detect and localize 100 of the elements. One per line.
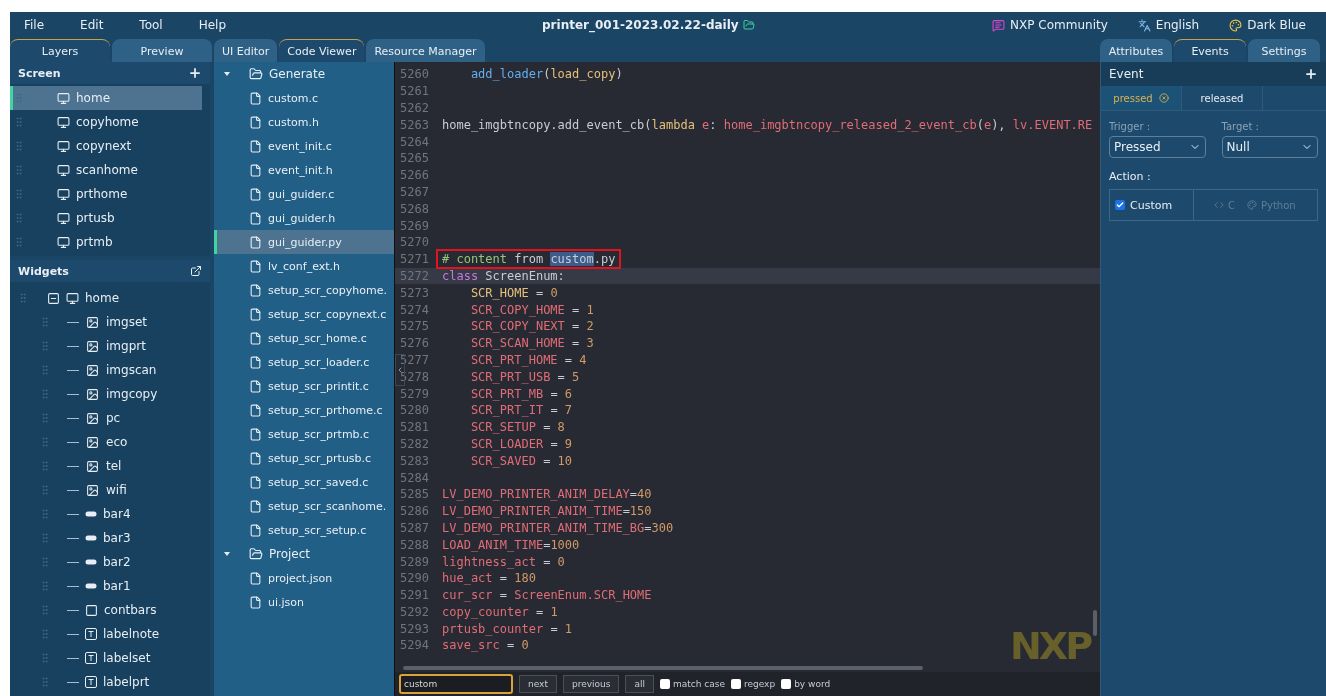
tree-entry[interactable]: event_init.c xyxy=(214,134,394,158)
drag-handle-icon[interactable] xyxy=(17,292,29,304)
tree-entry[interactable]: project.json xyxy=(214,566,394,590)
menu-item[interactable]: File xyxy=(24,18,45,32)
event-tab[interactable]: pressed xyxy=(1101,86,1182,110)
checkbox[interactable] xyxy=(659,679,670,689)
event-tab[interactable]: released xyxy=(1182,86,1263,110)
drag-handle-icon[interactable] xyxy=(39,340,51,352)
widget-tree-item[interactable]: labelprt xyxy=(10,670,202,694)
horizontal-scrollbar[interactable] xyxy=(403,666,923,670)
code-editor[interactable] xyxy=(394,62,1100,672)
drag-handle-icon[interactable] xyxy=(13,236,25,248)
tree-entry[interactable]: event_init.h xyxy=(214,158,394,182)
widget-tree-item[interactable]: imgcopy xyxy=(10,382,202,406)
drag-handle-icon[interactable] xyxy=(39,316,51,328)
panel-tab[interactable]: Settings xyxy=(1248,39,1320,62)
drag-handle-icon[interactable] xyxy=(13,212,25,224)
add-icon[interactable] xyxy=(1304,67,1318,81)
widget-tree-item[interactable]: wifi xyxy=(10,478,202,502)
header-link[interactable]: NXP Community xyxy=(1010,18,1108,32)
drag-handle-icon[interactable] xyxy=(39,388,51,400)
popout-icon[interactable] xyxy=(190,265,202,277)
drag-handle-icon[interactable] xyxy=(39,580,51,592)
tree-entry[interactable]: custom.c xyxy=(214,86,394,110)
drag-handle-icon[interactable] xyxy=(39,532,51,544)
drag-handle-icon[interactable] xyxy=(39,364,51,376)
drag-handle-icon[interactable] xyxy=(39,628,51,640)
caret-icon[interactable] xyxy=(223,70,231,78)
view-tab[interactable]: Resource Manager xyxy=(366,39,485,62)
drag-handle-icon[interactable] xyxy=(13,116,25,128)
tree-entry[interactable]: setup_scr_setup.c xyxy=(214,518,394,542)
tree-entry[interactable]: setup_scr_printit.c xyxy=(214,374,394,398)
tree-entry[interactable]: Generate xyxy=(214,62,386,86)
search-button[interactable]: next xyxy=(519,675,557,693)
dropdown[interactable]: Pressed xyxy=(1109,136,1206,158)
menu-item[interactable]: Tool xyxy=(139,18,163,32)
panel-tab[interactable]: Preview xyxy=(112,39,212,62)
screen-item[interactable]: prtusb xyxy=(10,206,202,230)
screen-item[interactable]: home xyxy=(10,86,202,110)
drag-handle-icon[interactable] xyxy=(39,412,51,424)
search-button[interactable]: all xyxy=(625,675,654,693)
tree-entry[interactable]: setup_scr_prthome.c xyxy=(214,398,394,422)
drag-handle-icon[interactable] xyxy=(39,652,51,664)
checkbox[interactable] xyxy=(1115,200,1125,210)
vertical-scrollbar[interactable] xyxy=(1093,610,1097,636)
screen-item[interactable]: copyhome xyxy=(10,110,202,134)
widget-tree-item[interactable]: bar1 xyxy=(10,574,202,598)
close-icon[interactable] xyxy=(1158,93,1169,103)
checkbox[interactable] xyxy=(731,679,741,689)
drag-handle-icon[interactable] xyxy=(39,676,51,688)
tree-entry[interactable]: setup_scr_prtusb.c xyxy=(214,446,394,470)
drag-handle-icon[interactable] xyxy=(39,604,51,616)
drag-handle-icon[interactable] xyxy=(13,140,25,152)
tree-entry[interactable]: custom.h xyxy=(214,110,394,134)
drag-handle-icon[interactable] xyxy=(39,556,51,568)
search-button[interactable]: previous xyxy=(562,675,620,693)
tree-entry[interactable]: setup_scr_copyhome. xyxy=(214,278,394,302)
widget-tree-item[interactable]: pc xyxy=(10,406,202,430)
panel-tab[interactable]: Layers xyxy=(10,39,110,62)
folder-icon[interactable] xyxy=(742,19,755,31)
search-field[interactable]: custom xyxy=(399,674,513,694)
header-link[interactable]: English xyxy=(1155,18,1200,32)
widget-tree-item[interactable]: labelnote xyxy=(10,622,202,646)
widget-tree-item[interactable]: labelset xyxy=(10,646,202,670)
widget-tree-item[interactable]: imgscan xyxy=(10,358,202,382)
dropdown[interactable]: Null xyxy=(1221,136,1318,158)
tree-entry[interactable]: ui.json xyxy=(214,590,394,614)
tree-entry[interactable]: setup_scr_saved.c xyxy=(214,470,394,494)
widget-tree-item[interactable]: bar4 xyxy=(10,502,202,526)
drag-handle-icon[interactable] xyxy=(13,188,25,200)
drag-handle-icon[interactable] xyxy=(39,460,51,472)
tree-entry[interactable]: gui_guider.py xyxy=(214,230,394,254)
screen-item[interactable]: scanhome xyxy=(10,158,202,182)
widget-tree-item[interactable]: imgprt xyxy=(10,334,202,358)
view-tab[interactable]: Code Viewer xyxy=(279,39,365,62)
panel-tab[interactable]: Events xyxy=(1174,39,1246,62)
view-tab[interactable]: UI Editor xyxy=(214,39,278,62)
tree-entry[interactable]: setup_scr_home.c xyxy=(214,326,394,350)
drag-handle-icon[interactable] xyxy=(39,484,51,496)
drag-handle-icon[interactable] xyxy=(13,92,25,104)
caret-icon[interactable] xyxy=(223,550,231,558)
collapse-icon[interactable] xyxy=(47,291,60,305)
screen-item[interactable]: prthome xyxy=(10,182,202,206)
add-icon[interactable] xyxy=(188,66,202,80)
widget-tree-item[interactable]: contbars xyxy=(10,598,202,622)
tree-entry[interactable]: setup_scr_scanhome. xyxy=(214,494,394,518)
panel-tab[interactable]: Attributes xyxy=(1100,39,1172,62)
tree-entry[interactable]: setup_scr_copynext.c xyxy=(214,302,394,326)
drag-handle-icon[interactable] xyxy=(13,164,25,176)
tree-entry[interactable]: gui_guider.c xyxy=(214,182,394,206)
widget-tree-item[interactable]: bar2 xyxy=(10,550,202,574)
tree-entry[interactable]: Project xyxy=(214,542,386,566)
widget-tree-item[interactable]: bar3 xyxy=(10,526,202,550)
widget-tree-item[interactable]: home xyxy=(10,286,202,310)
drag-handle-icon[interactable] xyxy=(39,508,51,520)
menu-item[interactable]: Help xyxy=(198,18,226,32)
widget-tree-item[interactable]: tel xyxy=(10,454,202,478)
menu-item[interactable]: Edit xyxy=(80,18,104,32)
screen-item[interactable]: prtmb xyxy=(10,230,202,254)
widget-tree-item[interactable]: eco xyxy=(10,430,202,454)
